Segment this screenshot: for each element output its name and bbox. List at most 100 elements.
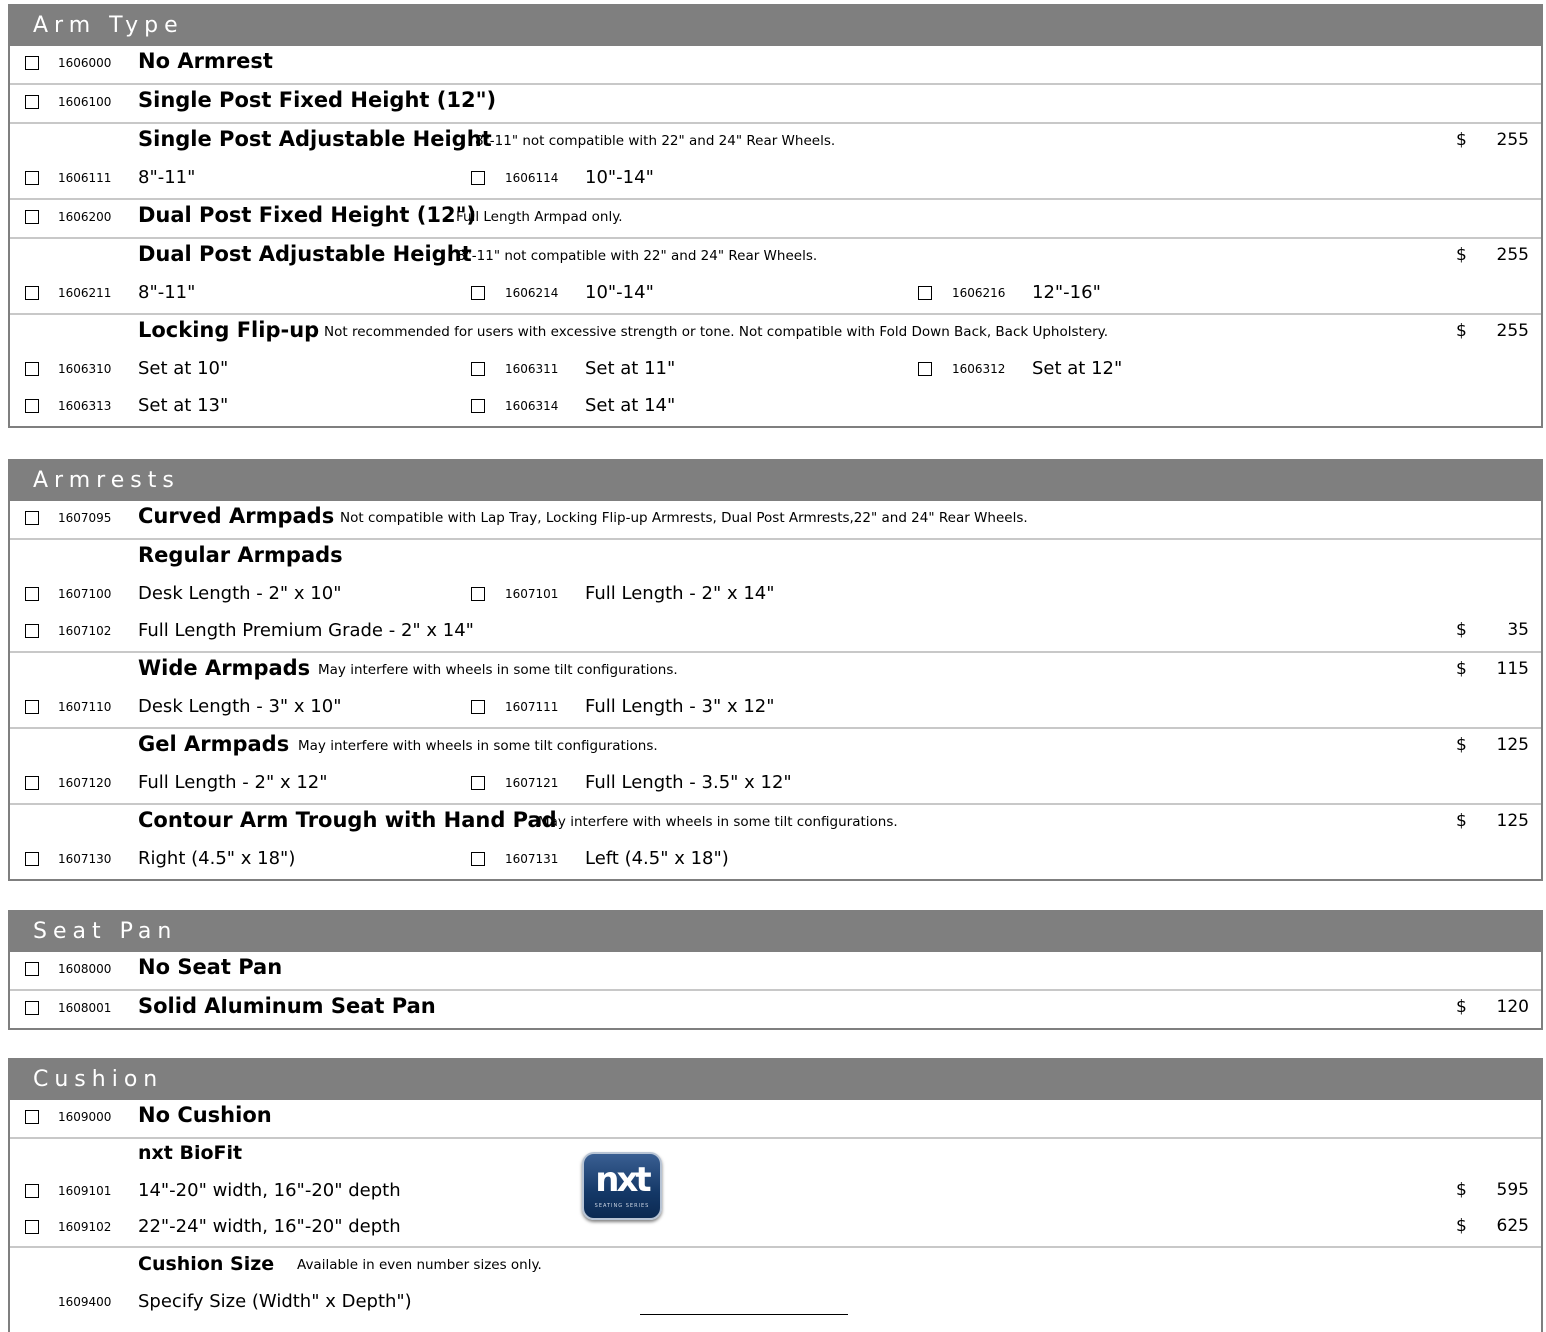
option-label: Full Length - 2" x 12" <box>138 772 328 793</box>
option-label: Specify Size (Width" x Depth") <box>138 1291 412 1312</box>
price: 625 <box>1496 1216 1529 1236</box>
checkbox-1606214[interactable] <box>471 286 485 300</box>
checkbox-1607111[interactable] <box>471 700 485 714</box>
group-title-row: Regular Armpads <box>10 540 1541 577</box>
option-label: 14"-20" width, 16"-20" depth <box>138 1180 401 1201</box>
checkbox-1608001[interactable] <box>25 1001 39 1015</box>
part-code: 1606314 <box>505 399 559 413</box>
checkbox-1607101[interactable] <box>471 587 485 601</box>
checkbox-1606100[interactable] <box>25 95 39 109</box>
checkbox-1606313[interactable] <box>25 399 39 413</box>
checkbox-1607110[interactable] <box>25 700 39 714</box>
option-group-wide: Wide Armpads May interfere with wheels i… <box>10 651 1541 727</box>
checkbox-1606311[interactable] <box>471 362 485 376</box>
option-group-cushion-size: Cushion Size Available in even number si… <box>10 1246 1541 1322</box>
checkbox-1607100[interactable] <box>25 587 39 601</box>
option-label: Set at 14" <box>585 395 676 416</box>
group-title: Single Post Adjustable Height <box>138 127 492 151</box>
arm-type-body: 1606000 No Armrest 1606100 Single Post F… <box>8 46 1543 428</box>
option-row: 1609400 Specify Size (Width" x Depth") <box>10 1285 1541 1322</box>
checkbox-1606114[interactable] <box>471 171 485 185</box>
part-code: 1607100 <box>58 587 112 601</box>
armrests-header: Armrests <box>8 459 1543 501</box>
option-label: 10"-14" <box>585 167 654 188</box>
checkbox-1609000[interactable] <box>25 1110 39 1124</box>
checkbox-1606312[interactable] <box>918 362 932 376</box>
option-row: 1607102 Full Length Premium Grade - 2" x… <box>10 614 1541 651</box>
option-title: No Armrest <box>138 49 273 73</box>
group-title-row: Cushion Size Available in even number si… <box>10 1248 1541 1285</box>
option-label: 12"-16" <box>1032 282 1101 303</box>
group-title-row: Single Post Adjustable Height 8"-11" not… <box>10 124 1541 161</box>
checkbox-1607120[interactable] <box>25 776 39 790</box>
seat-pan-body: 1608000 No Seat Pan 1608001 Solid Alumin… <box>8 952 1543 1030</box>
part-code: 1606200 <box>58 210 112 224</box>
checkbox-1606000[interactable] <box>25 56 39 70</box>
part-code: 1607102 <box>58 624 112 638</box>
option-title: Solid Aluminum Seat Pan <box>138 994 436 1018</box>
option-row: 1607130 Right (4.5" x 18") 1607131 Left … <box>10 842 1541 879</box>
option-label: Full Length - 3.5" x 12" <box>585 772 792 793</box>
part-code: 1606312 <box>952 362 1006 376</box>
group-title: Locking Flip-up <box>138 318 320 342</box>
currency-symbol: $ <box>1456 620 1467 640</box>
option-group-biofit: nxt BioFit 1609101 14"-20" width, 16"-20… <box>10 1137 1541 1246</box>
part-code: 1607121 <box>505 776 559 790</box>
option-label: 8"-11" <box>138 167 196 188</box>
checkbox-1609102[interactable] <box>25 1220 39 1234</box>
option-label: Desk Length - 3" x 10" <box>138 696 342 717</box>
option-title: No Seat Pan <box>138 955 283 979</box>
part-code: 1609101 <box>58 1184 112 1198</box>
checkbox-1606310[interactable] <box>25 362 39 376</box>
group-note: May interfere with wheels in some tilt c… <box>298 738 658 754</box>
option-group: 1606100 Single Post Fixed Height (12") <box>10 83 1541 122</box>
armrests-body: 1607095 Curved Armpads Not compatible wi… <box>8 501 1543 881</box>
cushion-header: Cushion <box>8 1058 1543 1100</box>
checkbox-1609101[interactable] <box>25 1184 39 1198</box>
size-entry-line[interactable] <box>640 1314 848 1315</box>
option-group-flip-up: Locking Flip-up Not recommended for user… <box>10 313 1541 426</box>
checkbox-1607130[interactable] <box>25 852 39 866</box>
checkbox-1606211[interactable] <box>25 286 39 300</box>
group-title: Dual Post Adjustable Height <box>138 242 472 266</box>
part-code: 1606310 <box>58 362 112 376</box>
price: 125 <box>1496 811 1529 831</box>
option-row: 1607110 Desk Length - 3" x 10" 1607111 F… <box>10 690 1541 727</box>
checkbox-1606111[interactable] <box>25 171 39 185</box>
checkbox-1606200[interactable] <box>25 210 39 224</box>
group-title: Gel Armpads <box>138 732 290 756</box>
checkbox-1606216[interactable] <box>918 286 932 300</box>
option-note: Full Length Armpad only. <box>456 209 623 225</box>
checkbox-1607095[interactable] <box>25 511 39 525</box>
option-label: Full Length - 3" x 12" <box>585 696 775 717</box>
option-row: 1606313 Set at 13" 1606314 Set at 14" <box>10 389 1541 426</box>
checkbox-1606314[interactable] <box>471 399 485 413</box>
checkbox-1608000[interactable] <box>25 962 39 976</box>
part-code: 1607101 <box>505 587 559 601</box>
group-note: Not recommended for users with excessive… <box>324 324 1109 340</box>
option-title: No Cushion <box>138 1103 272 1127</box>
option-label: Set at 13" <box>138 395 229 416</box>
group-note: May interfere with wheels in some tilt c… <box>538 814 898 830</box>
option-group: 1606200 Dual Post Fixed Height (12") Ful… <box>10 198 1541 237</box>
option-row-dual-fixed: 1606200 Dual Post Fixed Height (12") Ful… <box>10 200 1541 237</box>
option-group: 1608000 No Seat Pan <box>10 952 1541 989</box>
group-note: 8"-11" not compatible with 22" and 24" R… <box>475 133 836 149</box>
part-code: 1607095 <box>58 511 112 525</box>
part-code: 1607110 <box>58 700 112 714</box>
checkbox-1607102[interactable] <box>25 624 39 638</box>
nxt-seating-series-logo: nxt SEATING SERIES <box>582 1152 662 1220</box>
option-title: Single Post Fixed Height (12") <box>138 88 497 112</box>
price: 125 <box>1496 735 1529 755</box>
option-title: Curved Armpads <box>138 504 335 528</box>
checkbox-1607121[interactable] <box>471 776 485 790</box>
group-title: Regular Armpads <box>138 543 343 567</box>
group-title-row: Locking Flip-up Not recommended for user… <box>10 315 1541 352</box>
option-group-regular: Regular Armpads 1607100 Desk Length - 2"… <box>10 538 1541 651</box>
option-group: 1606000 No Armrest <box>10 46 1541 83</box>
currency-symbol: $ <box>1456 1180 1467 1200</box>
part-code: 1606214 <box>505 286 559 300</box>
checkbox-1607131[interactable] <box>471 852 485 866</box>
option-label: Right (4.5" x 18") <box>138 848 296 869</box>
option-label: 10"-14" <box>585 282 654 303</box>
